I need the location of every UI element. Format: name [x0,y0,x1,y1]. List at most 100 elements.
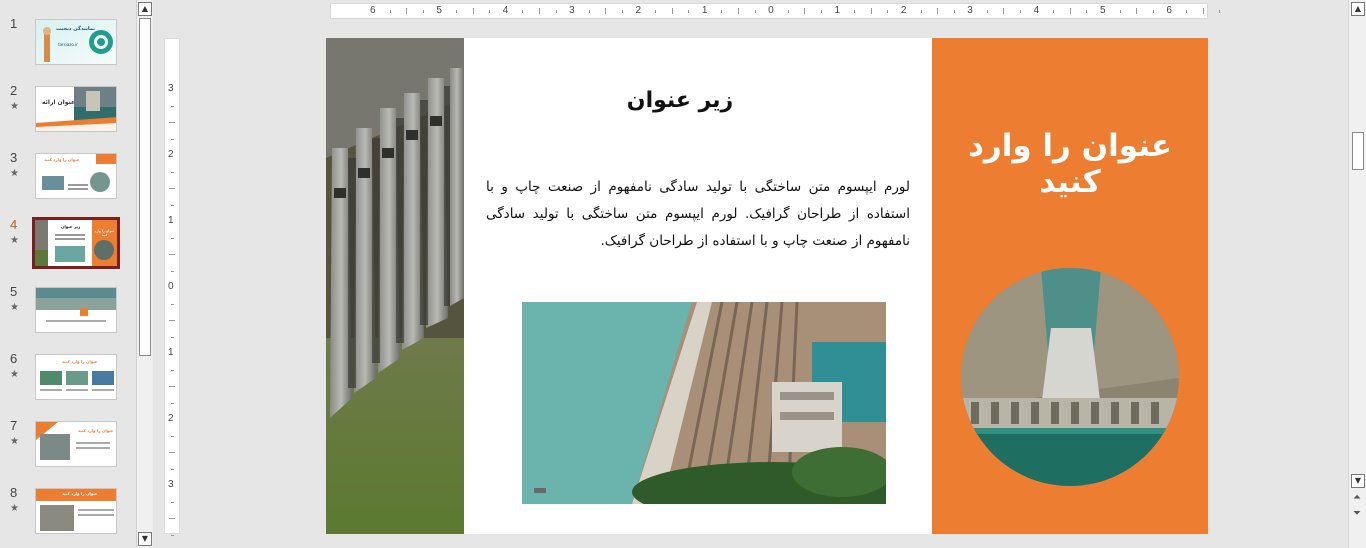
thumbnail-4-subtitle: زیر عنوان [61,224,81,229]
thumbnail-row[interactable]: 7 ★ عنوان را وارد کنید [0,418,136,478]
ruler-tick [171,270,174,272]
transition-star-icon: ★ [10,101,19,112]
ruler-tick [870,8,872,14]
ruler-tick [804,8,806,14]
ruler-tick [887,10,889,13]
slide-thumbnail-7[interactable]: عنوان را وارد کنید [35,421,117,467]
slide-thumbnail-4-selected[interactable]: زیر عنوان عنوان را وارد کنید [32,217,120,269]
ruler-tick [688,10,690,13]
transition-star-icon: ★ [10,235,19,246]
ruler-tick [522,10,524,13]
ruler-tick [169,320,175,321]
thumbnail-scrollbar[interactable]: ▲ ▼ [136,0,153,548]
next-slide-icon[interactable]: ⏷ [1353,508,1361,519]
ruler-tick [171,501,174,503]
thumbnail-7-title: عنوان را وارد کنید [78,428,114,433]
ruler-tick [787,10,789,13]
ruler-label: 3 [168,83,174,94]
ruler-label: 0 [768,5,774,16]
thumbnail-1-url: tarsiazo.ir [58,42,78,47]
ruler-label: 3 [569,5,575,16]
thumbnail-3-title: عنوان را وارد کنید [44,157,80,162]
thumbnail-6-title: عنوان را وارد کنید [62,359,98,364]
thumbnail-2-art [36,87,116,131]
thumbnail-row[interactable]: 4 ★ زیر عنوان عنوان را وارد کنید [0,217,136,277]
ruler-tick [472,8,474,14]
ruler-tick [1020,10,1022,13]
ruler-tick [1136,8,1138,14]
slide-number: 6 [10,351,18,366]
ruler-tick [169,188,175,189]
ruler-tick [1053,10,1055,13]
ruler-tick [588,10,590,13]
ruler-tick [169,386,175,387]
slide-canvas[interactable]: زیر عنوان لورم ایپسوم متن ساختگی با تولی… [326,38,1208,534]
ruler-tick [1219,10,1221,13]
slide-number: 7 [10,418,18,433]
ruler-tick [171,237,174,239]
previous-slide-icon[interactable]: ⏶ [1353,492,1361,503]
transition-star-icon: ★ [10,369,19,380]
ruler-label: 1 [701,5,708,16]
ruler-tick [1119,10,1121,13]
ruler-label: 5 [436,5,442,16]
slide-thumbnail-8[interactable]: عنوان را وارد کنید [35,488,117,534]
horizontal-ruler: 6 5 4 3 2 1 0 1 2 3 4 5 6 [330,3,1221,19]
transition-star-icon: ★ [10,503,19,514]
slide-thumbnail-1[interactable]: نمایندگی دیجیت tarsiazo.ir [35,19,117,65]
vertical-ruler: 3 2 1 0 1 2 3 [164,38,180,536]
thumbnail-2-title: عنوان ارائه [42,99,76,106]
editor-scrollbar[interactable]: ▲ ▼ ⏶ ⏷ [1348,0,1366,548]
ruler-tick [986,10,988,13]
slide-thumbnail-6[interactable]: عنوان را وارد کنید [35,354,117,400]
ruler-tick [1003,8,1005,14]
ruler-tick [171,402,174,404]
ruler-tick [389,10,391,13]
ruler-tick [655,10,657,13]
ruler-label: 1 [168,215,174,226]
ruler-tick [489,10,491,13]
slide-number: 1 [10,16,18,31]
ruler-tick [920,10,922,13]
thumbnail-row[interactable]: 5 ★ [0,284,136,344]
ruler-tick [854,10,856,13]
ruler-label: 0 [168,281,174,292]
thumbnail-row[interactable]: 1 نمایندگی دیجیت tarsiazo.ir [0,16,136,76]
slide-body-text[interactable]: لورم ایپسوم متن ساختگی با تولید سادگی نا… [486,174,910,255]
ruler-tick [171,369,174,371]
transition-star-icon: ★ [10,302,19,313]
ruler-tick [169,518,175,519]
thumbnail-row[interactable]: 6 ★ عنوان را وارد کنید [0,351,136,411]
scrollbar-thumb[interactable] [139,18,151,356]
slide-subtitle[interactable]: زیر عنوان [522,88,838,113]
ruler-tick [953,10,955,13]
slide-thumbnail-5[interactable] [35,287,117,333]
scroll-up-arrow-icon[interactable]: ▲ [1351,2,1365,16]
transition-star-icon: ★ [10,168,19,179]
dam-spillway-image[interactable] [326,38,464,534]
scrollbar-thumb[interactable] [1352,132,1364,170]
ruler-label: 6 [1166,5,1172,16]
slide-thumbnail-3[interactable]: عنوان را وارد کنید [35,153,117,199]
ruler-tick [171,171,174,173]
ruler-tick [820,10,822,13]
scroll-down-arrow-icon[interactable]: ▼ [138,532,152,546]
slide-thumbnail-2[interactable]: عنوان ارائه [35,86,117,132]
scroll-up-arrow-icon[interactable]: ▲ [138,2,152,16]
ruler-tick [171,468,174,470]
ruler-tick [555,10,557,13]
ruler-tick [1069,8,1071,14]
dam-aerial-image[interactable] [522,302,886,504]
slide-title[interactable]: عنوان را وارد کنید [932,128,1208,200]
thumbnail-row[interactable]: 3 ★ عنوان را وارد کنید [0,150,136,210]
thumbnail-4-title: عنوان را وارد کنید [94,229,115,237]
ruler-tick [171,138,174,140]
thumbnail-row[interactable]: 2 ★ عنوان ارائه [0,83,136,143]
ruler-label: 5 [1100,5,1106,16]
scroll-down-arrow-icon[interactable]: ▼ [1351,474,1365,488]
ruler-tick [1152,10,1154,13]
ruler-tick [1202,8,1204,14]
dam-circle-image[interactable] [961,268,1179,486]
thumbnail-row[interactable]: 8 ★ عنوان را وارد کنید [0,485,136,545]
ruler-tick [1086,10,1088,13]
